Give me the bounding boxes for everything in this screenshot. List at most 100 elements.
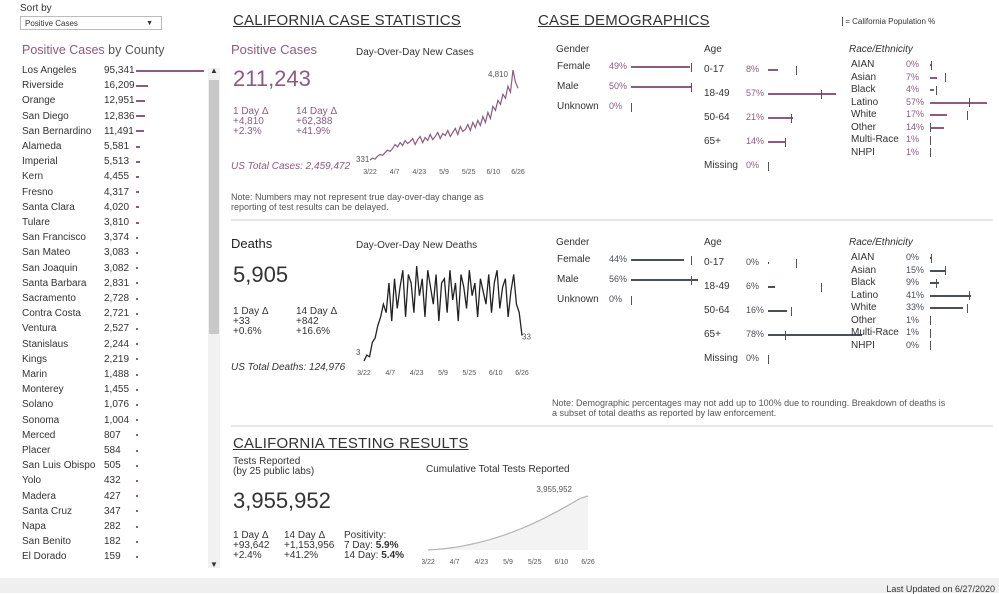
county-row[interactable]: Riverside 16,209 [22,78,148,93]
race-pct: 57% [906,96,925,107]
positivity-14day-label: 14 Day: [344,550,379,561]
cumulative-tests-chart: 3/22 4/7 4/23 5/9 5/25 6/10 6/26 3,955,952 [422,485,595,566]
county-row[interactable]: San Luis Obispo 505 [22,458,138,473]
county-row[interactable]: Los Angeles 95,341 [22,63,204,78]
county-bar [136,525,138,528]
county-bar [136,115,146,118]
sort-dropdown[interactable]: Positive Cases ▼ [20,16,162,30]
x-tick-label: 6/26 [515,370,529,377]
x-tick-label: 5/9 [438,370,448,377]
county-bar [136,145,140,148]
scroll-down-icon[interactable]: ▼ [210,560,218,569]
county-row[interactable]: Contra Costa 2,721 [22,306,138,321]
county-bar [136,555,138,558]
county-row[interactable]: Tulare 3,810 [22,215,139,230]
county-row[interactable]: Monterey 1,455 [22,382,138,397]
tests-14day-delta: 14 Day Δ +1,153,956 +41.2% [284,531,334,561]
tests-reported-label: Tests Reported (by 25 public labs) [233,457,314,477]
county-row[interactable]: San Mateo 3,083 [22,245,139,260]
age-bar [768,69,778,71]
county-name: Napa [22,521,46,532]
population-legend-text: = California Population % [845,17,936,26]
x-tick-label: 5/9 [503,559,513,566]
cumulative-tests-chart-title: Cumulative Total Tests Reported [426,464,570,475]
county-bar [136,130,145,133]
race-bar [930,269,945,272]
population-marker [931,253,932,263]
county-row[interactable]: Alameda 5,581 [22,139,140,154]
race-label: Multi-Race [851,134,899,145]
county-row[interactable]: Sacramento 2,728 [22,291,138,306]
county-row[interactable]: Santa Clara 4,020 [22,200,139,215]
county-value: 159 [104,551,121,563]
county-row[interactable]: Yolo 432 [22,473,138,488]
county-row[interactable]: Merced 807 [22,428,138,443]
county-row[interactable]: San Benito 182 [22,534,138,549]
population-marker [930,148,931,157]
age-label: 65+ [704,136,721,147]
race-label: AIAN [851,59,875,70]
county-row[interactable]: San Joaquin 3,082 [22,261,139,276]
county-bar [136,312,138,315]
race-label: AIAN [851,252,875,263]
population-marker [967,303,968,313]
population-marker [790,306,792,316]
county-row[interactable]: Santa Cruz 347 [22,504,138,519]
county-row[interactable]: Kern 4,455 [22,169,140,184]
chevron-down-icon: ▼ [146,20,153,27]
county-bar [136,343,138,346]
county-name: San Luis Obispo [22,460,96,472]
population-marker [930,316,931,325]
cases-1day-delta: 1 Day Δ +4,810 +2.3% [233,107,269,137]
county-row[interactable]: Sonoma 1,004 [22,413,138,428]
county-bar [136,479,138,482]
age-pct: 14% [746,136,765,146]
county-value: 12,951 [104,95,135,107]
county-bar [136,84,148,87]
county-row[interactable]: Ventura 2,527 [22,321,138,336]
county-row[interactable]: Placer 584 [22,443,138,458]
x-tick-label: 3/22 [422,559,435,566]
county-value: 3,810 [104,217,130,228]
county-title-metric: Positive Cases [22,43,105,57]
county-row[interactable]: San Bernardino 11,491 [22,124,145,139]
race-pct: 1% [906,327,920,337]
county-value: 2,721 [104,308,130,320]
county-name: San Benito [22,536,71,548]
gender-pct: 56% [609,274,628,284]
county-row[interactable]: Napa 282 [22,519,138,534]
county-title-rest: by County [104,43,165,57]
county-row[interactable]: El Dorado 159 [22,549,138,564]
testing-results-title: CALIFORNIA TESTING RESULTS [233,435,469,452]
county-row[interactable]: Orange 12,951 [22,93,146,108]
x-tick-label: 4/7 [390,169,400,176]
deaths-total: 5,905 [233,262,289,287]
county-row[interactable]: Solano 1,076 [22,397,138,412]
gender-pct: 0% [609,294,623,304]
age-title: Age [704,44,722,55]
county-bar [136,540,138,543]
population-marker [820,282,822,292]
county-scroll-thumb[interactable] [209,80,219,334]
county-value: 2,728 [104,293,130,304]
age-pct: 21% [746,112,765,122]
county-row[interactable]: Kings 2,219 [22,352,138,367]
county-row[interactable]: San Francisco 3,374 [22,230,139,245]
county-bar [136,464,138,467]
county-row[interactable]: Fresno 4,317 [22,185,140,200]
county-row[interactable]: Imperial 5,513 [22,154,140,169]
scroll-up-icon[interactable]: ▲ [210,66,218,75]
x-tick-label: 4/7 [385,370,395,377]
county-name: Fresno [22,186,54,198]
county-name: Riverside [22,80,64,92]
county-value: 2,219 [104,353,130,365]
county-row[interactable]: Santa Barbara 2,831 [22,276,139,291]
county-row[interactable]: Madera 427 [22,489,138,504]
county-row[interactable]: Stanislaus 2,244 [22,337,138,352]
county-value: 95,341 [104,65,135,76]
race-pct: 0% [906,252,920,262]
county-row[interactable]: San Diego 12,836 [22,109,146,124]
race-label: NHPI [851,146,875,158]
county-row[interactable]: Marin 1,488 [22,367,138,382]
gender-bar [631,66,690,68]
